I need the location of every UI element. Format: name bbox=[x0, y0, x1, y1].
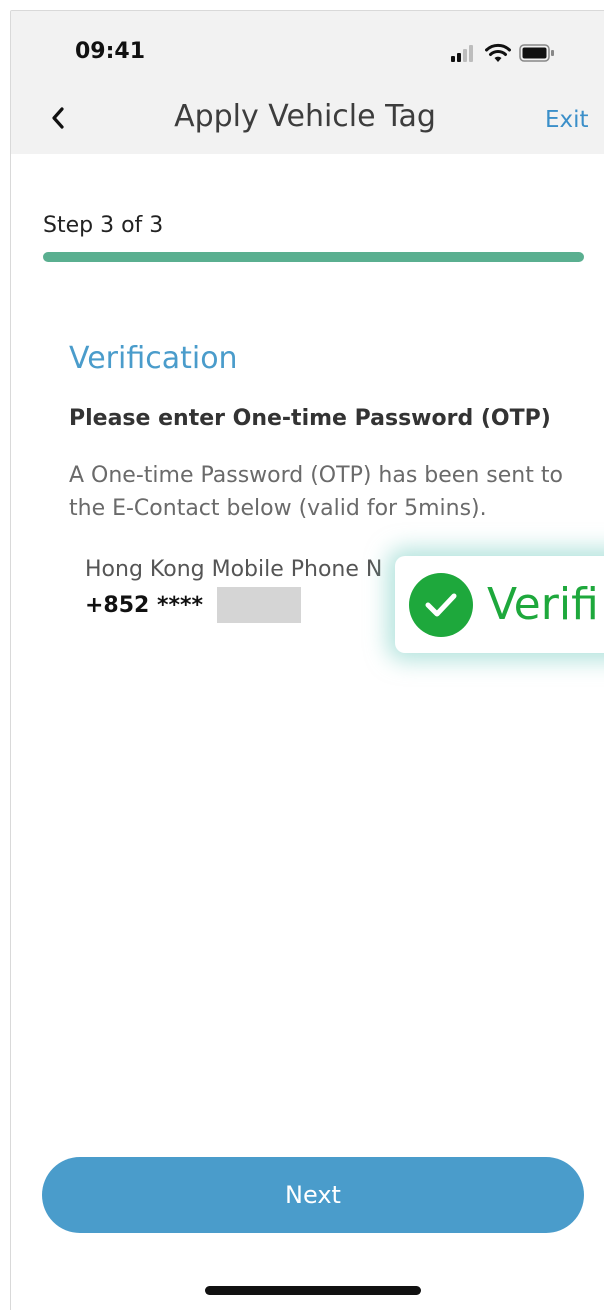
wifi-icon bbox=[485, 43, 511, 62]
status-icons bbox=[451, 43, 555, 63]
otp-heading: Please enter One-time Password (OTP) bbox=[69, 406, 551, 431]
home-indicator bbox=[205, 1286, 421, 1295]
next-button[interactable]: Next bbox=[42, 1157, 584, 1233]
section-title: Verification bbox=[69, 341, 238, 376]
otp-description: A One-time Password (OTP) has been sent … bbox=[69, 463, 563, 521]
step-label: Step 3 of 3 bbox=[43, 213, 164, 238]
check-circle-icon bbox=[409, 572, 473, 637]
contact-label: Hong Kong Mobile Phone N bbox=[85, 557, 383, 582]
header: 09:41 Apply Vehicle Tag Exit bbox=[11, 11, 604, 154]
battery-icon bbox=[519, 44, 554, 62]
page-title-text: Apply Vehicle Tag bbox=[174, 99, 436, 134]
verified-toast: Verifi bbox=[395, 556, 604, 653]
toast-text: Verifi bbox=[487, 579, 599, 630]
page-title: Apply Vehicle Tag bbox=[11, 99, 604, 134]
status-time: 09:41 bbox=[75, 39, 146, 64]
signal-icon bbox=[451, 45, 473, 62]
app-screen: 09:41 Apply Vehicle Tag Exit Step 3 of 3… bbox=[10, 10, 604, 1310]
exit-button[interactable]: Exit bbox=[545, 107, 589, 133]
contact-value: +852 **** bbox=[85, 593, 204, 618]
progress-bar bbox=[43, 252, 584, 262]
redaction-box bbox=[217, 587, 301, 623]
